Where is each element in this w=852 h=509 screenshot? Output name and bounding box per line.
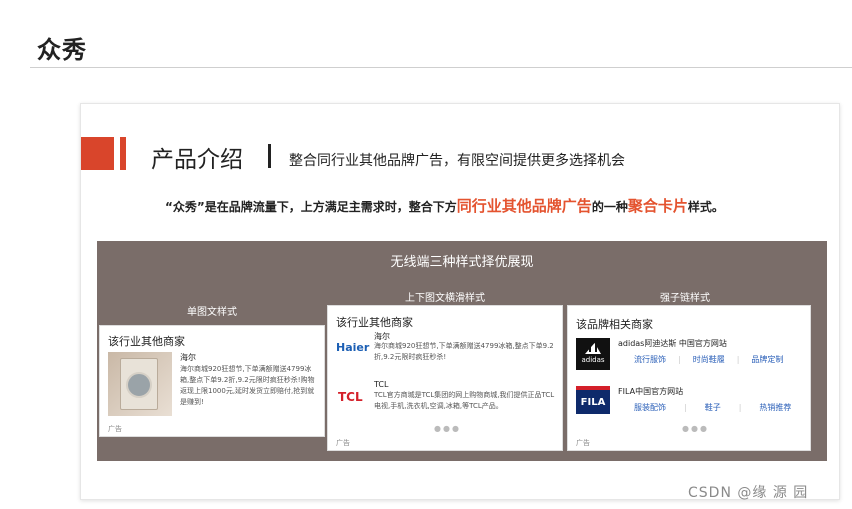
accent-bar — [120, 137, 126, 170]
accent-block — [81, 137, 114, 170]
page-heading: 众秀 — [37, 36, 87, 64]
heading-divider — [30, 67, 852, 68]
slider-card[interactable]: 该行业其他商家 Haier 海尔 海尔商城920狂想节,下单满额赠送4799冰箱… — [327, 305, 563, 451]
card3-header: 该品牌相关商家 — [576, 318, 653, 331]
intro-part3: 样式。 — [687, 200, 724, 214]
watermark: CSDN @缘 源 园 — [688, 485, 809, 501]
haier-logo: Haier — [336, 341, 370, 354]
haier-desc: 海尔商城920狂想节,下单满额赠送4799冰箱,整点下单9.2折,9.2元限时疯… — [374, 342, 554, 361]
card3-ad-label: 广告 — [576, 439, 590, 447]
slide-subtitle: 整合同行业其他品牌广告，有限空间提供更多选择机会 — [289, 153, 625, 169]
product-slide: 产品介绍 整合同行业其他品牌广告，有限空间提供更多选择机会 “众秀”是在品牌流量… — [80, 103, 840, 500]
single-image-card[interactable]: 该行业其他商家 海尔 海尔商城920狂想节,下单满额赠送4799冰箱,整点下单9… — [99, 325, 325, 437]
fila-logo: FILA — [576, 386, 610, 414]
intro-highlight-1: 同行业其他品牌广告 — [456, 197, 592, 215]
adidas-name: adidas阿迪达斯 中国官方网站 — [618, 339, 727, 348]
fila-link-1[interactable]: 服装配饰 — [634, 402, 666, 413]
adidas-stripes-icon — [585, 343, 601, 354]
adidas-links: 流行服饰 | 时尚鞋履 | 品牌定制 — [634, 354, 784, 365]
adidas-link-2[interactable]: 时尚鞋履 — [693, 354, 725, 365]
card1-brand: 海尔 — [180, 353, 196, 362]
fila-link-2[interactable]: 鞋子 — [705, 402, 721, 413]
adidas-logo: adidas — [576, 338, 610, 370]
carousel-dots-2[interactable]: ●●● — [682, 424, 709, 433]
card2-header: 该行业其他商家 — [336, 316, 413, 329]
card2-ad-label: 广告 — [336, 439, 350, 447]
slide-title: 产品介绍 — [151, 147, 243, 173]
tcl-desc: TCL官方商城是TCL集团的网上购物商城,我们提供正品TCL电视,手机,洗衣机,… — [374, 391, 555, 410]
styles-panel: 无线端三种样式择优展现 单图文样式 上下图文横滑样式 强子链样式 该行业其他商家… — [97, 241, 827, 461]
intro-quote: “众秀” — [165, 200, 205, 214]
fila-links: 服装配饰 | 鞋子 | 热销推荐 — [634, 402, 792, 413]
column-label-slider: 上下图文横滑样式 — [405, 293, 485, 304]
fila-link-3[interactable]: 热销推荐 — [759, 402, 791, 413]
intro-part2: 的一种 — [591, 200, 628, 214]
sublink-card[interactable]: 该品牌相关商家 adidas adidas阿迪达斯 中国官方网站 流行服饰 | 时尚… — [567, 305, 811, 451]
intro-text: “众秀”是在品牌流量下，上方满足主需求时，整合下方同行业其他品牌广告的一种聚合卡… — [165, 195, 724, 216]
fila-name: FILA中国官方网站 — [618, 387, 684, 396]
adidas-link-3[interactable]: 品牌定制 — [751, 354, 783, 365]
intro-part1: 是在品牌流量下，上方满足主需求时，整合下方 — [204, 200, 457, 214]
card1-header: 该行业其他商家 — [108, 335, 185, 348]
card1-ad-label: 广告 — [108, 425, 122, 433]
card1-desc: 海尔商城920狂想节,下单满额赠送4799冰箱,整点下单9.2折,9.2元限时疯… — [180, 365, 315, 406]
intro-highlight-2: 聚合卡片 — [627, 197, 688, 215]
washing-machine-image — [108, 352, 172, 416]
fila-logo-text: FILA — [580, 397, 606, 408]
title-separator — [268, 144, 271, 168]
column-label-links: 强子链样式 — [660, 293, 710, 304]
adidas-logo-text: adidas — [581, 356, 605, 364]
column-label-single: 单图文样式 — [187, 307, 237, 318]
tcl-logo: TCL — [338, 390, 363, 404]
panel-title: 无线端三种样式择优展现 — [390, 255, 534, 270]
carousel-dots[interactable]: ●●● — [434, 424, 461, 433]
adidas-link-1[interactable]: 流行服饰 — [634, 354, 666, 365]
tcl-brand: TCL — [374, 380, 389, 389]
